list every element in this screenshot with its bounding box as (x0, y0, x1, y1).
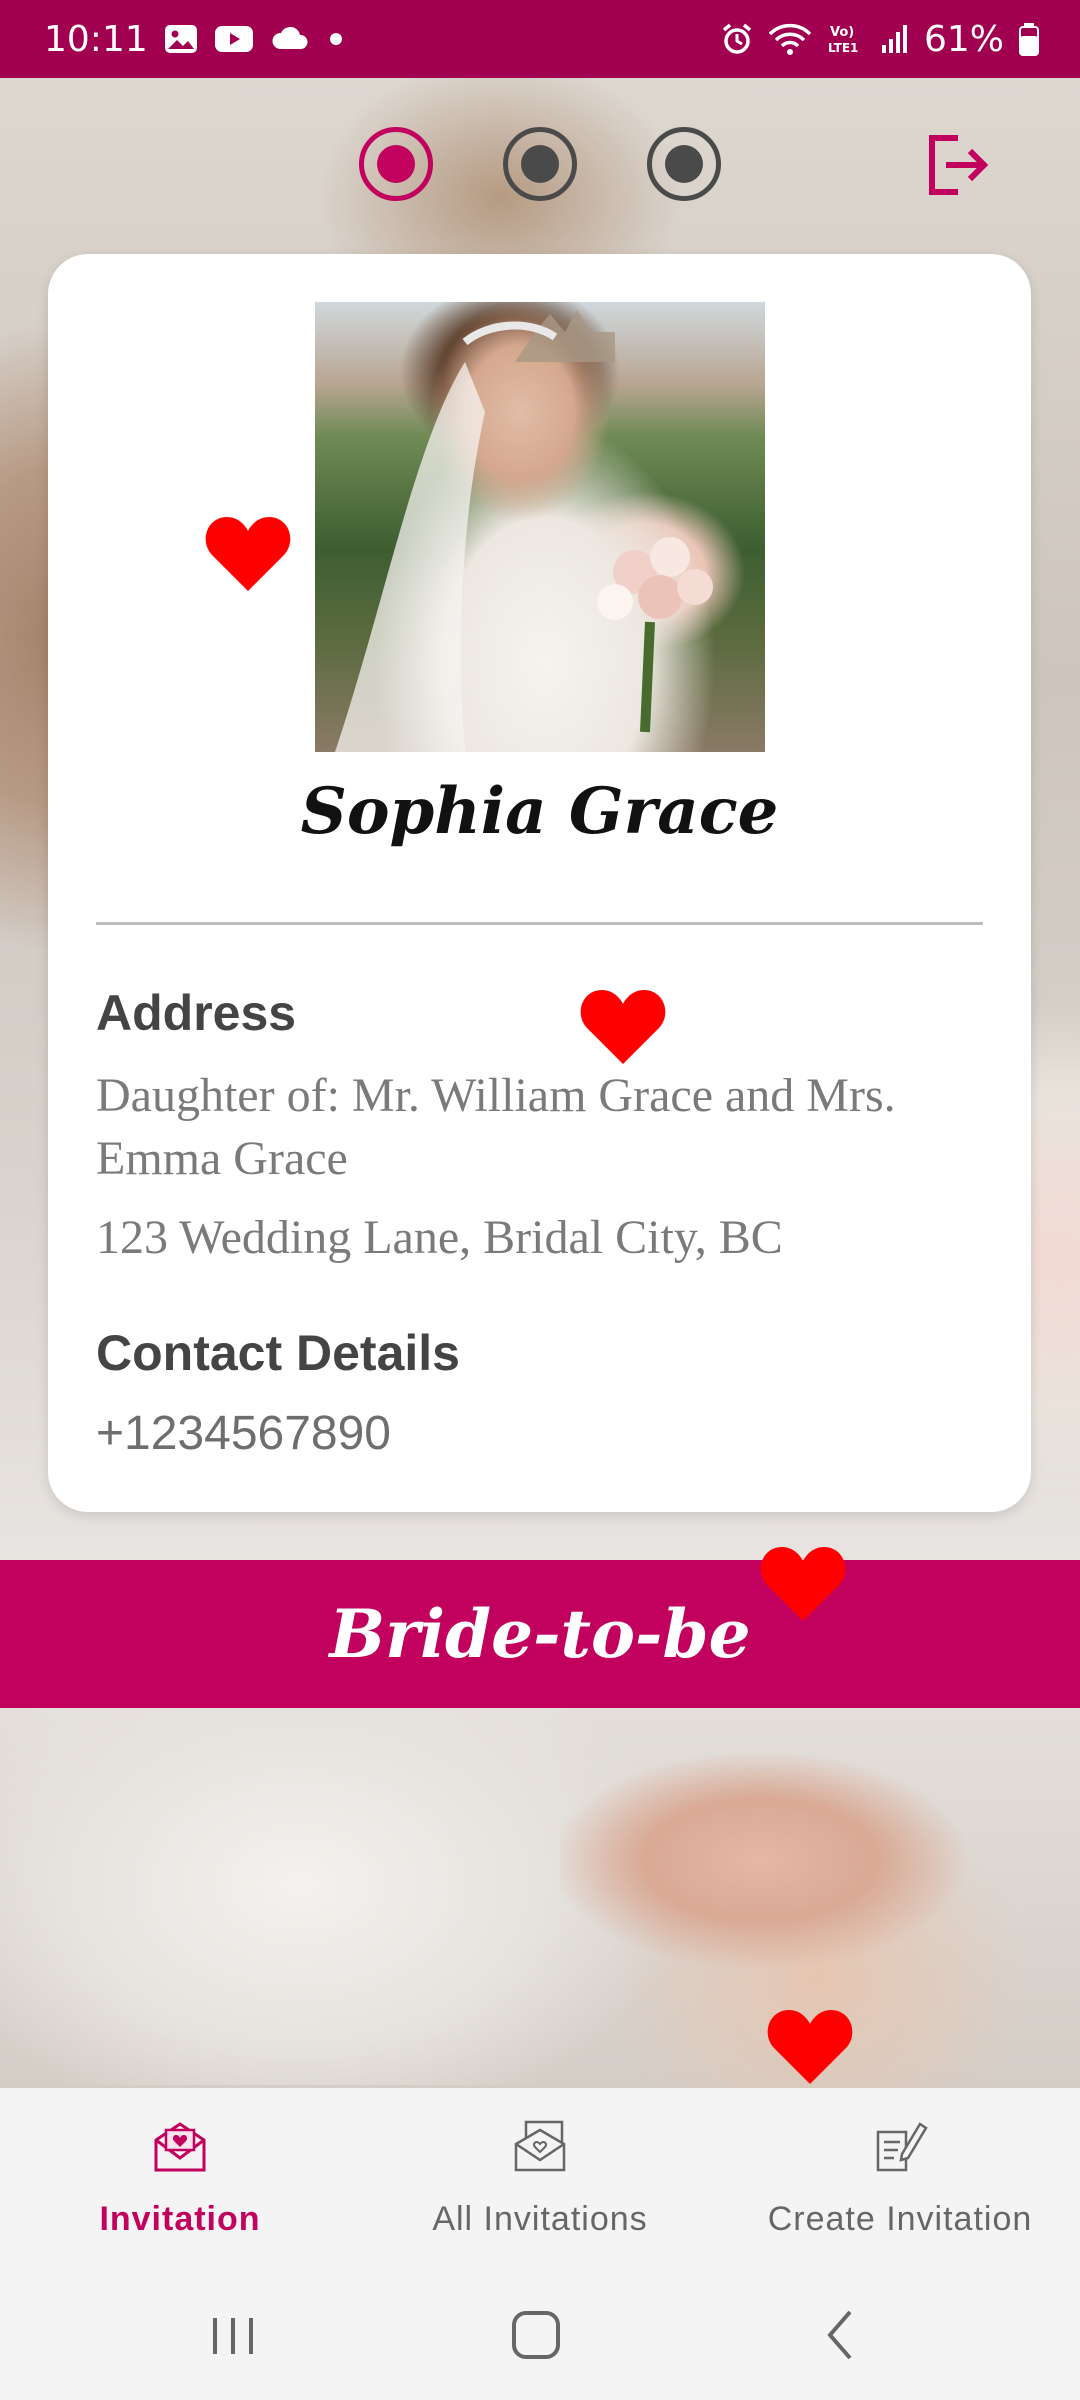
heart-icon (767, 2010, 853, 2084)
address-line: 123 Wedding Lane, Bridal City, BC (96, 1211, 783, 1264)
volte-icon: Vo) LTE1 (826, 22, 866, 56)
nav-item-all-invitations[interactable]: All Invitations (360, 2088, 720, 2270)
step-indicator-3[interactable] (647, 127, 721, 201)
svg-text:Vo): Vo) (830, 25, 854, 40)
edit-document-icon (872, 2118, 928, 2174)
divider (96, 922, 983, 925)
bride-photo (315, 302, 765, 752)
dot-icon (326, 29, 346, 49)
home-icon[interactable] (496, 2300, 576, 2370)
alarm-icon (720, 22, 754, 56)
status-bar: 10:11 Vo) LTE1 61% (0, 0, 1080, 78)
system-navigation-bar (0, 2270, 1080, 2400)
bride-to-be-banner: Bride-to-be (0, 1560, 1080, 1708)
step-indicator-2[interactable] (503, 127, 577, 201)
bride-name: Sophia Grace (300, 774, 779, 849)
status-time: 10:11 (44, 18, 148, 60)
svg-text:LTE1: LTE1 (828, 41, 858, 55)
contact-title: Contact Details (96, 1325, 460, 1381)
contact-phone: +1234567890 (96, 1407, 391, 1460)
bottom-navigation: Invitation All Invitations Create Invita… (0, 2088, 1080, 2270)
battery-icon (1018, 22, 1040, 56)
step-indicator-1[interactable] (359, 127, 433, 201)
nav-item-create-invitation[interactable]: Create Invitation (720, 2088, 1080, 2270)
address-parent-text: Daughter of: Mr. William Grace and Mrs. … (96, 1069, 896, 1185)
signal-icon (880, 23, 910, 55)
battery-percent: 61% (923, 18, 1004, 60)
recent-apps-icon[interactable] (193, 2300, 273, 2370)
invitations-stack-icon (512, 2118, 568, 2174)
nav-label-create-invitation: Create Invitation (767, 2200, 1033, 2238)
cloud-icon (270, 25, 310, 53)
youtube-icon (214, 24, 254, 54)
nav-item-invitation[interactable]: Invitation (0, 2088, 360, 2270)
nav-label-all-invitations: All Invitations (432, 2200, 648, 2238)
mail-heart-icon (152, 2118, 208, 2174)
nav-label-invitation: Invitation (99, 2200, 261, 2238)
heart-icon (205, 517, 291, 591)
heart-icon (580, 990, 666, 1064)
back-icon[interactable] (800, 2300, 880, 2370)
gallery-icon (164, 24, 198, 54)
address-title: Address (96, 985, 297, 1041)
heart-icon (760, 1547, 846, 1621)
logout-icon[interactable] (922, 130, 992, 200)
background-hands (560, 1720, 980, 2020)
profile-card: Sophia Grace Address Daughter of: Mr. Wi… (48, 254, 1031, 1512)
wifi-icon (768, 22, 812, 56)
